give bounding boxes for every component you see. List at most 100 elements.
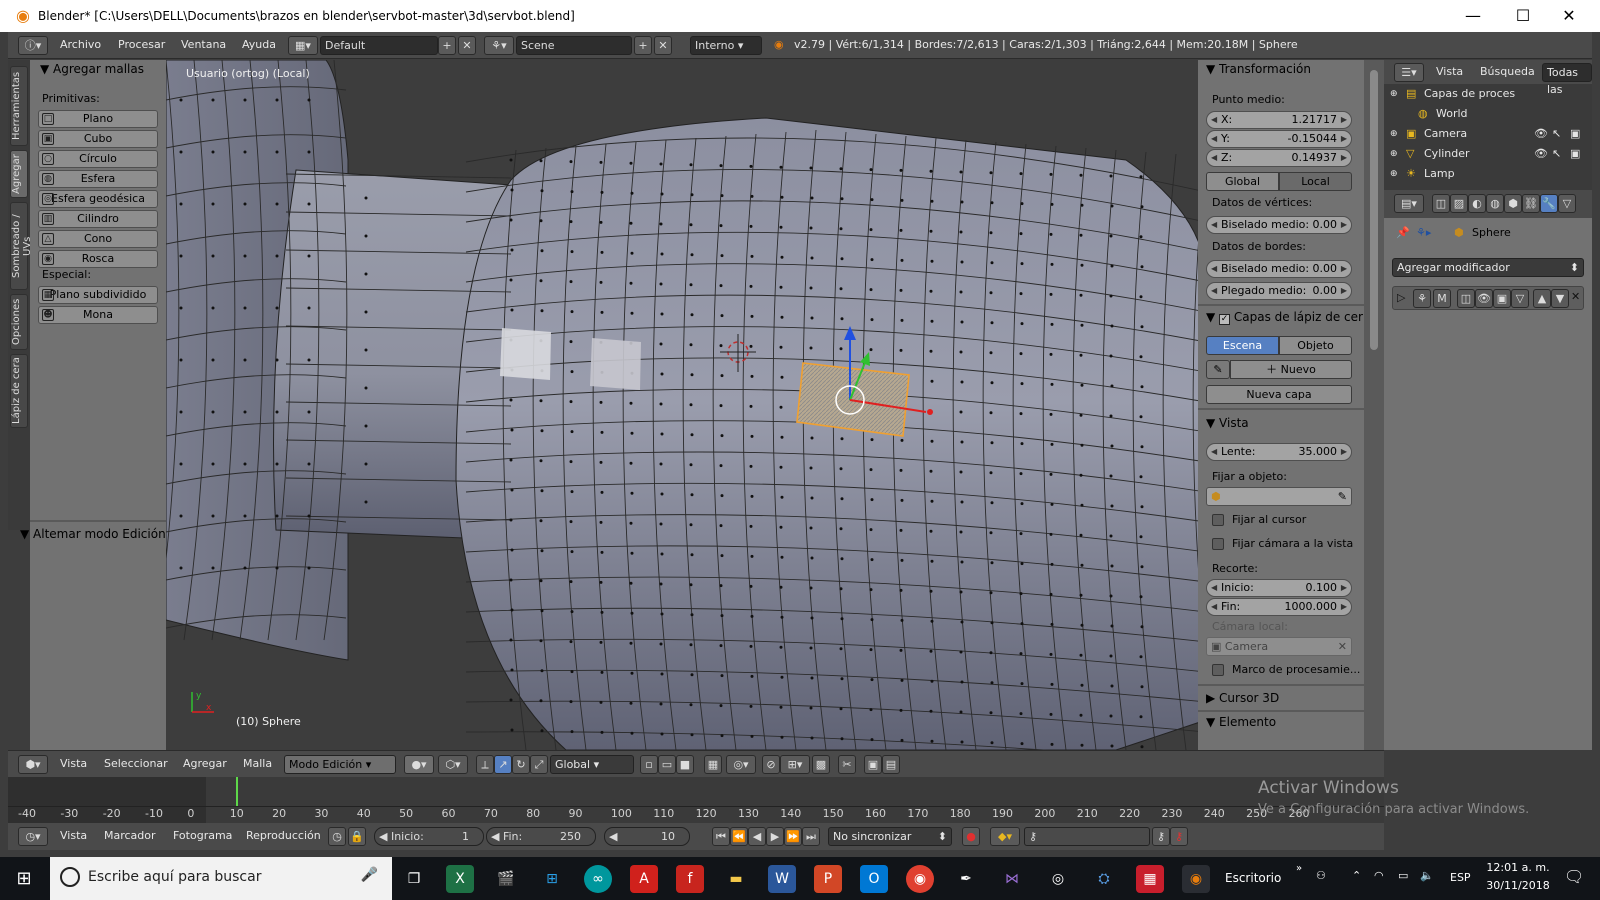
- view3d-editor-icon[interactable]: ⬢▾: [18, 755, 48, 774]
- timeline-menu-marcador[interactable]: Marcador: [104, 829, 156, 842]
- viewport-shading-icon[interactable]: ●▾: [404, 755, 434, 774]
- clip-start-field[interactable]: ◀ Inicio: 0.100 ▶: [1206, 579, 1352, 597]
- render-layers-tab-icon[interactable]: ▨: [1450, 194, 1468, 213]
- clock-time[interactable]: 12:01 a. m.: [1486, 861, 1550, 874]
- add-scene-icon[interactable]: +: [634, 36, 652, 55]
- expand-icon[interactable]: ⊕: [1390, 124, 1398, 144]
- scale-manipulator-icon[interactable]: ⤢: [530, 755, 548, 774]
- visual-studio-icon[interactable]: ⋈: [998, 865, 1026, 893]
- add-uv-sphere-button[interactable]: ◍ Esfera: [38, 170, 158, 188]
- wifi-icon[interactable]: ◠: [1374, 869, 1384, 882]
- jump-start-icon[interactable]: ⏮: [712, 827, 730, 846]
- occlude-geometry-icon[interactable]: ▦: [704, 755, 722, 774]
- add-mesh-panel-header[interactable]: ▼ Agregar mallas: [40, 62, 144, 76]
- layer-icon[interactable]: ✂: [838, 755, 856, 774]
- outliner-menu-vista[interactable]: Vista: [1436, 65, 1463, 78]
- task-view-icon[interactable]: ❐: [400, 865, 428, 893]
- sync-select[interactable]: No sincronizar ⬍: [828, 827, 952, 846]
- manipulator-toggle-icon[interactable]: ⟂: [476, 755, 494, 774]
- space-local-button[interactable]: Local: [1279, 172, 1352, 191]
- maximize-button[interactable]: ☐: [1500, 0, 1546, 32]
- snap-target-icon[interactable]: ▩: [812, 755, 830, 774]
- remove-scene-icon[interactable]: ✕: [654, 36, 672, 55]
- expand-icon[interactable]: ⊕: [1390, 84, 1398, 104]
- expand-icon[interactable]: ⊕: [1390, 144, 1398, 164]
- lock-object-field[interactable]: ⬢ ✎: [1206, 487, 1352, 506]
- inkscape-icon[interactable]: ✒: [952, 865, 980, 893]
- people-icon[interactable]: ⚇: [1316, 869, 1326, 882]
- gpencil-scene-button[interactable]: Escena: [1206, 336, 1279, 355]
- median-z-field[interactable]: ◀ Z: 0.14937 ▶: [1206, 149, 1352, 167]
- tab-herramientas[interactable]: Herramientas: [10, 66, 28, 146]
- add-cone-button[interactable]: △ Cono: [38, 230, 158, 248]
- tab-sombreado[interactable]: Sombreado / UVs: [10, 202, 33, 290]
- current-frame-marker[interactable]: [235, 777, 238, 807]
- toolbar-expand-icon[interactable]: »: [1296, 863, 1302, 874]
- battery-icon[interactable]: ▭: [1398, 869, 1408, 882]
- file-explorer-icon[interactable]: ▬: [722, 865, 750, 893]
- calendar-app-icon[interactable]: ▦: [1136, 865, 1164, 893]
- add-cylinder-button[interactable]: ▥ Cilindro: [38, 210, 158, 228]
- play-icon[interactable]: ▶: [766, 827, 784, 846]
- lens-field[interactable]: ◀ Lente: 35.000 ▶: [1206, 443, 1352, 461]
- median-x-field[interactable]: ◀ X: 1.21717 ▶: [1206, 111, 1352, 129]
- render-icon[interactable]: ▣: [1570, 124, 1580, 144]
- close-button[interactable]: ✕: [1546, 0, 1592, 32]
- pivot-point-icon[interactable]: ⬡▾: [438, 755, 468, 774]
- object-tab-icon[interactable]: ⬢: [1504, 194, 1522, 213]
- edge-bevel-field[interactable]: ◀ Biselado medio: 0.00 ▶: [1206, 260, 1352, 278]
- face-select-icon[interactable]: ■: [676, 755, 694, 774]
- add-plane-button[interactable]: □ Plano: [38, 110, 158, 128]
- chrome-icon[interactable]: ◉: [906, 865, 934, 893]
- visibility-icon[interactable]: 👁: [1534, 144, 1548, 164]
- menu-archivo[interactable]: Archivo: [60, 38, 101, 51]
- flash-icon[interactable]: f: [676, 865, 704, 893]
- view-panel-header[interactable]: ▼ Vista: [1206, 416, 1249, 430]
- scene-field[interactable]: Scene: [516, 36, 632, 55]
- world-tab-icon[interactable]: ◍: [1486, 194, 1504, 213]
- view3d-menu-seleccionar[interactable]: Seleccionar: [104, 757, 168, 770]
- outliner-editor-icon[interactable]: ☰▾: [1394, 63, 1424, 82]
- space-global-button[interactable]: Global: [1206, 172, 1279, 191]
- cage-icon[interactable]: ▽: [1511, 289, 1529, 308]
- language-indicator[interactable]: ESP: [1450, 871, 1471, 884]
- arduino-icon[interactable]: ∞: [584, 865, 612, 893]
- view3d-menu-vista[interactable]: Vista: [60, 757, 87, 770]
- proportional-edit-icon[interactable]: ◎▾: [726, 755, 756, 774]
- translate-manipulator-icon[interactable]: ↗: [494, 755, 512, 774]
- frame-end-field[interactable]: ◀ Fin: 250: [486, 827, 596, 846]
- timeline-menu-reproduccion[interactable]: Reproducción: [246, 829, 321, 842]
- gpencil-enable-checkbox[interactable]: ✓: [1219, 314, 1231, 325]
- eyedropper-icon[interactable]: ✎: [1338, 488, 1347, 505]
- scene-tab-icon[interactable]: ◐: [1468, 194, 1486, 213]
- edge-select-icon[interactable]: ▭: [658, 755, 676, 774]
- add-cube-button[interactable]: ▣ Cubo: [38, 130, 158, 148]
- snap-element-icon[interactable]: ⊞▾: [780, 755, 810, 774]
- network-app-icon[interactable]: ⛭: [1090, 865, 1118, 893]
- current-frame-field[interactable]: ◀ 10: [604, 827, 690, 846]
- record-icon[interactable]: ●: [962, 827, 980, 846]
- outliner-filter-select[interactable]: Todas las: [1542, 63, 1592, 96]
- preview-range-icon[interactable]: ◷: [328, 827, 346, 846]
- timeline-menu-vista[interactable]: Vista: [60, 829, 87, 842]
- outliner-menu-busqueda[interactable]: Búsqueda: [1480, 65, 1535, 78]
- add-modifier-select[interactable]: Agregar modificador ⬍: [1392, 258, 1584, 277]
- 3d-viewport[interactable]: y x Usuario (ortog) (Local) (10) Sphere: [166, 60, 1198, 750]
- tray-chevron-icon[interactable]: ⌃: [1352, 869, 1361, 882]
- render-tab-icon[interactable]: ◫: [1432, 194, 1450, 213]
- clip-end-field[interactable]: ◀ Fin: 1000.000 ▶: [1206, 598, 1352, 616]
- outlook-icon[interactable]: O: [860, 865, 888, 893]
- next-keyframe-icon[interactable]: ⏩: [784, 827, 802, 846]
- gpencil-new-button[interactable]: ＋ Nuevo: [1230, 360, 1352, 379]
- timeline[interactable]: -40 -30 -20 -10 0 10 20 30 40 50 60 70 80 90 100 110 120…: [8, 777, 1384, 823]
- scene-icon[interactable]: ⚘▾: [484, 36, 514, 55]
- windows-store-icon[interactable]: ⊞: [538, 865, 566, 893]
- taskbar-search[interactable]: Escribe aquí para buscar 🎤: [50, 857, 392, 900]
- lock-cursor-checkbox[interactable]: [1212, 514, 1224, 526]
- scrollbar-thumb[interactable]: [1370, 70, 1378, 350]
- expand-arrow-icon[interactable]: ▷: [1397, 291, 1405, 304]
- expand-icon[interactable]: ⊕: [1390, 164, 1398, 184]
- desktop-label[interactable]: Escritorio: [1225, 871, 1281, 885]
- add-ico-sphere-button[interactable]: ◎ Esfera geodésica: [38, 190, 158, 208]
- outliner-item[interactable]: ⊕ ☀ Lamp: [1384, 164, 1592, 184]
